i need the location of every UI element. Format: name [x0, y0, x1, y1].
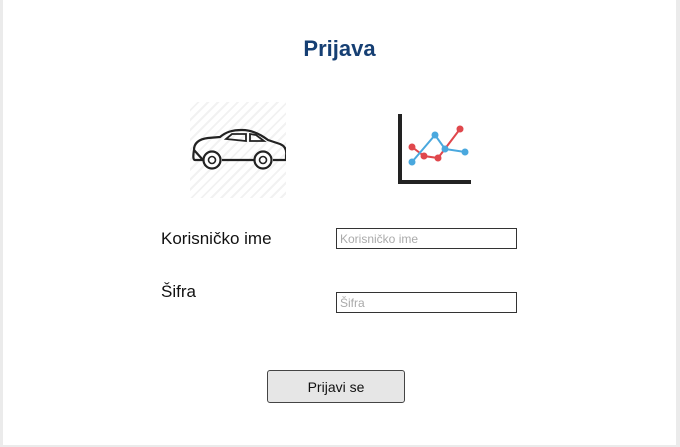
password-input[interactable]: [336, 292, 517, 313]
username-input[interactable]: [336, 228, 517, 249]
username-label: Korisničko ime: [161, 229, 272, 248]
password-label: Šifra: [161, 282, 196, 301]
login-button[interactable]: Prijavi se: [267, 370, 405, 403]
line-chart-icon: [395, 112, 475, 188]
car-icon: [190, 102, 288, 198]
page-title: Prijava: [303, 36, 376, 61]
login-panel: Prijava Korisničko ime Šifra Pri: [3, 0, 676, 445]
